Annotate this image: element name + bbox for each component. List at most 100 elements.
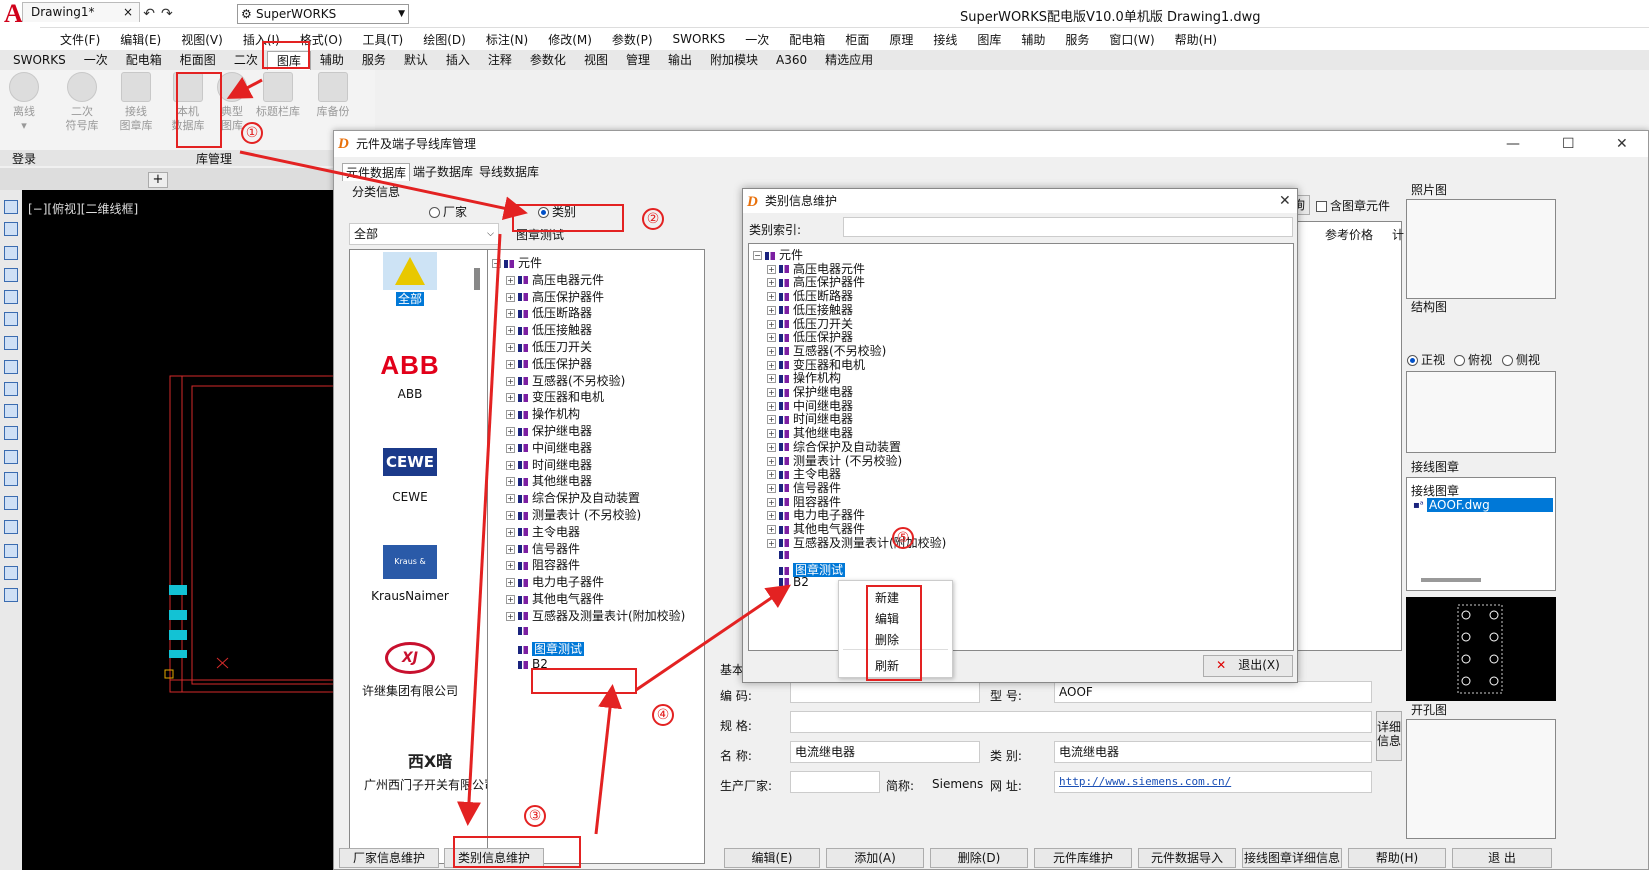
expand-icon[interactable]: − — [753, 251, 762, 260]
expand-icon[interactable]: + — [506, 410, 515, 420]
tree-item[interactable]: + 其他继电器 — [506, 472, 592, 489]
tree-item[interactable]: + 低压保护器 — [506, 355, 592, 372]
expand-icon[interactable]: + — [506, 611, 515, 621]
expand-icon[interactable]: + — [506, 477, 515, 487]
expand-icon[interactable]: + — [506, 511, 515, 520]
tab-component-db[interactable]: 元件数据库 — [342, 163, 411, 181]
drawing-canvas[interactable] — [22, 190, 335, 870]
expand-icon[interactable]: + — [506, 343, 515, 352]
close-icon[interactable]: ✕ — [1279, 189, 1291, 213]
expand-icon[interactable]: + — [767, 511, 776, 521]
viewport-label[interactable]: [−][俯视][二维线框] — [28, 200, 138, 217]
expand-icon[interactable]: + — [767, 429, 776, 439]
tree-item-stamp[interactable]: 图章测试 — [506, 640, 585, 657]
backup-button[interactable]: 库备份 — [314, 72, 352, 119]
expand-icon[interactable]: + — [506, 427, 515, 436]
expand-icon[interactable] — [767, 550, 776, 559]
vendor-maintain-button[interactable]: 厂家信息维护 — [339, 848, 439, 868]
radio-vendor[interactable]: 厂家 — [429, 203, 467, 220]
menu-item[interactable]: 辅助 — [1011, 31, 1055, 48]
tree-item[interactable]: + 低压接触器 — [506, 321, 592, 338]
category-tree[interactable]: − 元件 + 高压电器元件 + 高压保护器件 + 低压断路器 + 低压接触器 + 低压刀开关 + 低压保护… — [487, 249, 705, 864]
titlebar-lib-button[interactable]: 标题栏库 — [253, 72, 303, 119]
tree-item[interactable]: + 高压保护器件 — [506, 288, 604, 305]
wiring-stamp-lib-button[interactable]: 接线 图章库 — [114, 72, 158, 133]
add-tab-button[interactable]: + — [148, 172, 168, 188]
expand-icon[interactable]: + — [506, 595, 515, 604]
offline-button[interactable]: 离线 ▾ — [6, 72, 42, 133]
brand-list-scrollbar[interactable] — [474, 268, 480, 290]
expand-icon[interactable]: + — [506, 393, 515, 403]
tree-item[interactable]: + 保护继电器 — [506, 422, 592, 439]
close-icon[interactable]: ✕ — [1616, 131, 1628, 157]
ribbon-tab[interactable]: 配电箱 — [117, 51, 171, 69]
exit-x-button[interactable]: ✕ 退出(X) — [1203, 655, 1293, 677]
expand-icon[interactable]: + — [506, 544, 515, 554]
expand-icon[interactable]: + — [506, 578, 515, 588]
tree-item[interactable]: + 低压刀开关 — [506, 338, 592, 355]
tab-terminal-db[interactable]: 端子数据库 — [410, 163, 476, 181]
component-data-import-button[interactable]: 元件数据导入 — [1138, 848, 1236, 868]
tree-item[interactable]: + 变压器和电机 — [506, 388, 604, 405]
expand-icon[interactable]: + — [767, 305, 776, 315]
stamp-list-scrollbar[interactable] — [1421, 578, 1481, 582]
menu-item[interactable]: SWORKS — [663, 32, 736, 46]
stamp-list[interactable]: 接线图章 ▪ᵃ AOOF.dwg — [1406, 477, 1556, 591]
expand-icon[interactable]: + — [506, 275, 515, 285]
menu-item[interactable]: 帮助(H) — [1165, 31, 1227, 48]
tool-icon[interactable] — [4, 222, 18, 236]
url-field[interactable]: http://www.siemens.com.cn/ — [1054, 771, 1372, 793]
expand-icon[interactable]: + — [767, 456, 776, 466]
ribbon-tab[interactable]: 插入 — [437, 51, 479, 69]
ribbon-tab[interactable]: 一次 — [75, 51, 117, 69]
expand-icon[interactable]: + — [767, 388, 776, 397]
menu-item[interactable]: 视图(V) — [171, 31, 233, 48]
expand-icon[interactable]: + — [767, 264, 776, 274]
tool-icon[interactable] — [4, 544, 18, 558]
tree-item[interactable]: + 主令电器 — [506, 523, 580, 540]
tool-icon[interactable] — [4, 426, 18, 440]
maximize-icon[interactable]: ☐ — [1562, 131, 1575, 157]
expand-icon[interactable]: + — [767, 483, 776, 493]
tool-icon[interactable] — [4, 312, 18, 326]
expand-icon[interactable]: + — [506, 443, 515, 453]
tree-item[interactable]: + 测量表计 (不另校验) — [506, 506, 641, 523]
tree-item[interactable]: + 信号器件 — [506, 540, 580, 557]
brand-cewe[interactable]: CEWE CEWE — [370, 448, 450, 504]
ribbon-tab[interactable]: 参数化 — [521, 51, 575, 69]
component-lib-maintain-button[interactable]: 元件库维护 — [1034, 848, 1132, 868]
menu-item[interactable]: 图库 — [967, 31, 1011, 48]
brand-all[interactable]: 全部 — [380, 252, 440, 307]
tree-item[interactable]: + 时间继电器 — [506, 456, 592, 473]
index-field[interactable] — [843, 217, 1293, 237]
menu-item[interactable]: 修改(M) — [538, 31, 602, 48]
ribbon-tab[interactable]: 视图 — [575, 51, 617, 69]
ribbon-tab[interactable]: 附加模块 — [701, 51, 767, 69]
menu-item[interactable]: 柜面 — [835, 31, 879, 48]
expand-icon[interactable]: + — [506, 460, 515, 470]
brand-krausnaimer[interactable]: Kraus & Naimer KrausNaimer — [360, 545, 460, 603]
ribbon-tab[interactable]: 辅助 — [311, 51, 353, 69]
tool-icon[interactable] — [4, 336, 18, 350]
brand-abb[interactable]: ABB ABB — [370, 350, 450, 401]
tree-root[interactable]: − 元件 — [492, 254, 542, 271]
menu-item[interactable]: 原理 — [879, 31, 923, 48]
ribbon-tab[interactable]: 二次 — [225, 51, 267, 69]
redo-icon[interactable]: ↷ — [161, 6, 173, 22]
menu-item[interactable]: 一次 — [735, 31, 779, 48]
undo-icon[interactable]: ↶ — [143, 6, 155, 22]
tree-item[interactable]: + 中间继电器 — [506, 439, 592, 456]
expand-icon[interactable]: + — [767, 319, 776, 329]
expand-icon[interactable]: + — [767, 415, 776, 425]
expand-icon[interactable] — [767, 566, 776, 575]
ribbon-tab[interactable]: 服务 — [353, 51, 395, 69]
name-field[interactable]: 电流继电器 — [790, 741, 980, 763]
brand-siemens-guangzhou[interactable]: 西X暗 广州西门子开关有限公司 — [350, 740, 510, 793]
filter-select[interactable]: 全部 ⌵ — [349, 223, 499, 245]
stamp-file-item[interactable]: AOOF.dwg — [1427, 498, 1553, 512]
tool-icon[interactable] — [4, 566, 18, 580]
tool-icon[interactable] — [4, 268, 18, 282]
workspace-select[interactable]: ⚙ SuperWORKS ▼ — [237, 4, 409, 24]
menu-item[interactable]: 编辑(E) — [110, 31, 171, 48]
expand-icon[interactable]: + — [767, 401, 776, 411]
